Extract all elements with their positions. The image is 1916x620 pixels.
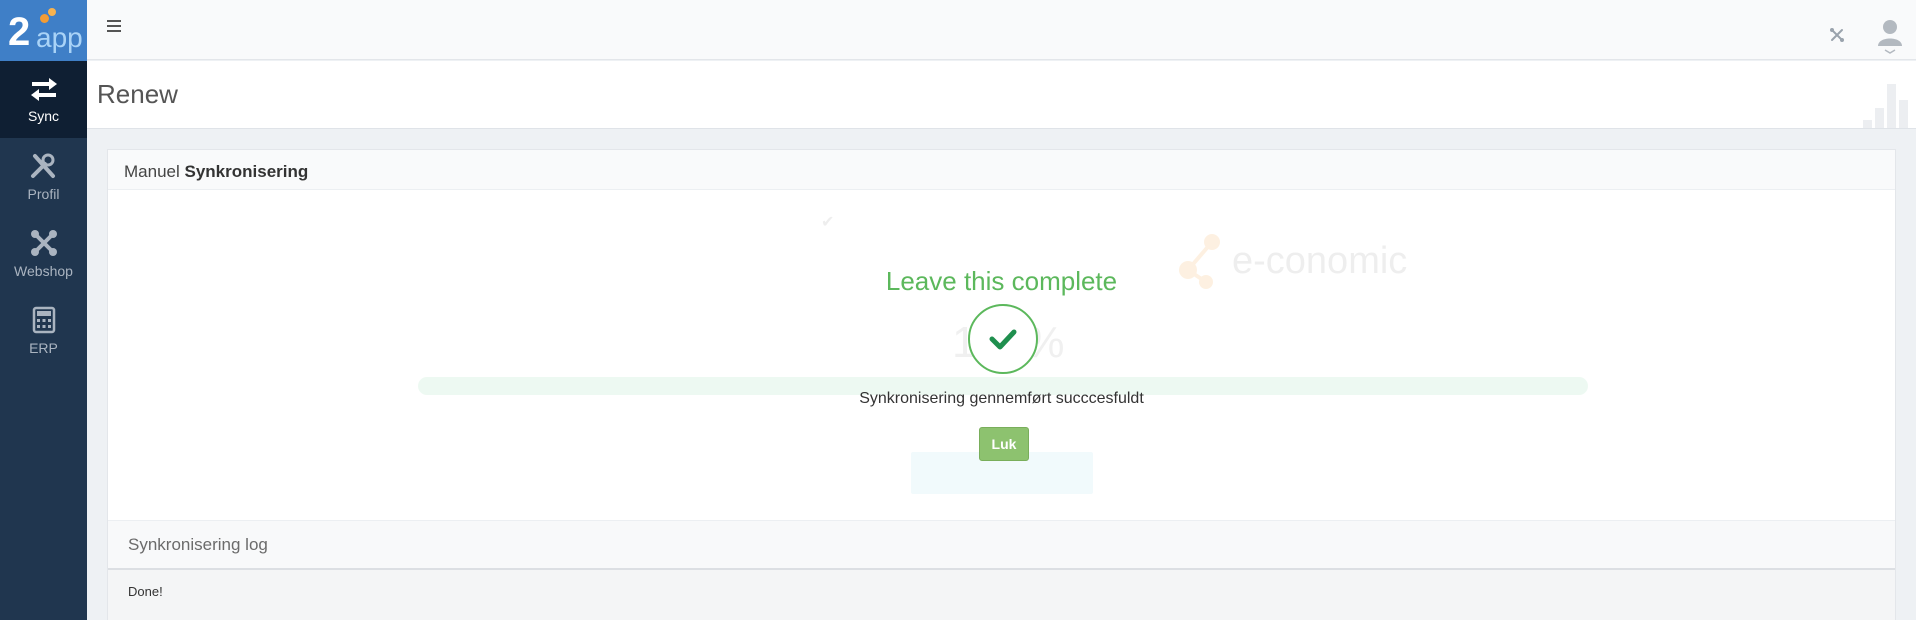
sidebar-item-label: Profil xyxy=(27,185,60,202)
sidebar-item-erp[interactable]: ERP xyxy=(0,292,87,369)
user-avatar-icon[interactable] xyxy=(1877,18,1903,54)
joomla-icon xyxy=(30,229,57,256)
exchange-icon xyxy=(30,77,57,101)
modal-message: Synkronisering gennemført succcesfuldt xyxy=(859,390,1144,407)
top-bar xyxy=(87,0,1916,60)
sidebar-item-label: Sync xyxy=(27,107,60,124)
sidebar-item-profil[interactable]: Profil xyxy=(0,138,87,215)
modal-title: Leave this complete xyxy=(885,266,1118,296)
log-title: Synkronisering log xyxy=(108,520,1895,568)
check-icon: ✔ xyxy=(821,214,835,231)
logo-dot xyxy=(40,14,49,23)
logo-two: 2 xyxy=(8,10,31,54)
sync-panel: Manuel Synkronisering ✔ e-conomic 100% L… xyxy=(107,149,1896,620)
page-header: Renew xyxy=(87,61,1916,129)
sidebar-item-sync[interactable]: Sync xyxy=(0,61,87,138)
decorative-bars-icon xyxy=(1863,84,1908,128)
page-title: Renew xyxy=(97,79,178,109)
log-content: Done! xyxy=(108,568,1895,620)
sync-area: ✔ e-conomic 100% Leave this complete Syn… xyxy=(108,190,1895,520)
sidebar-item-label: Webshop xyxy=(14,262,73,279)
sidebar-item-webshop[interactable]: Webshop xyxy=(0,215,87,292)
calculator-icon xyxy=(32,306,55,333)
sidebar: 2 app Sync Profil Webshop ERP xyxy=(0,0,87,620)
close-button[interactable]: Luk xyxy=(979,427,1029,461)
tools-icon[interactable] xyxy=(1829,27,1845,43)
wrench-icon xyxy=(30,153,55,178)
panel-title: Manuel Synkronisering xyxy=(108,150,1895,190)
menu-toggle-icon[interactable] xyxy=(107,20,121,35)
app-logo[interactable]: 2 app xyxy=(0,0,87,61)
sidebar-item-label: ERP xyxy=(29,339,58,356)
logo-app: app xyxy=(36,22,83,53)
success-check-icon xyxy=(968,304,1038,374)
panel-title-bold: Synkronisering xyxy=(184,162,309,181)
logo-dot xyxy=(48,8,56,16)
panel-title-prefix: Manuel xyxy=(124,162,180,181)
